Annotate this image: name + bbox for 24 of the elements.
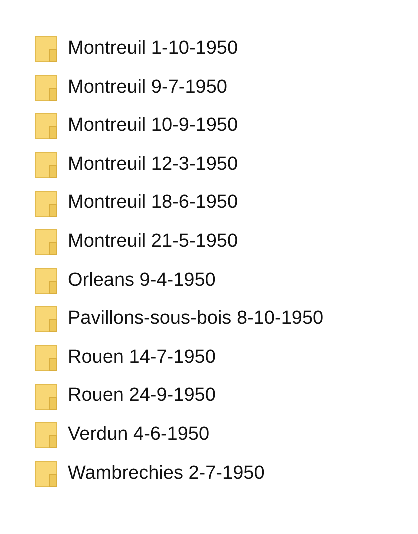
- folder-name[interactable]: Rouen 14-7-1950: [68, 344, 216, 372]
- folder-icon: [35, 36, 57, 62]
- folder-name[interactable]: Wambrechies 2-7-1950: [68, 460, 265, 488]
- folder-name[interactable]: Rouen 24-9-1950: [68, 382, 216, 411]
- folder-name[interactable]: Montreuil 9-7-1950: [68, 74, 228, 102]
- folder-icon: [35, 345, 57, 372]
- folder-name[interactable]: Orleans 9-4-1950: [68, 266, 216, 296]
- folder-icon: [35, 422, 57, 448]
- folder-icon: [35, 152, 57, 178]
- folder-icon: [35, 460, 57, 487]
- folder-icon: [35, 113, 57, 140]
- folder-name[interactable]: Montreuil 21-5-1950: [68, 228, 238, 257]
- folder-name[interactable]: Montreuil 10-9-1950: [68, 112, 238, 141]
- folder-name[interactable]: Pavillons-sous-bois 8-10-1950: [68, 305, 324, 334]
- folder-icon: [35, 229, 57, 256]
- folder-name[interactable]: Montreuil 18-6-1950: [68, 189, 238, 218]
- folder-icon: [35, 268, 57, 294]
- folder-name[interactable]: Montreuil 12-3-1950: [68, 150, 238, 180]
- folder-icon: [35, 74, 57, 101]
- folder-icon: [35, 190, 57, 217]
- folder-name[interactable]: Montreuil 1-10-1950: [68, 35, 238, 64]
- folder-icon: [35, 306, 57, 332]
- folder-name[interactable]: Verdun 4-6-1950: [68, 420, 210, 450]
- folder-icon: [35, 384, 57, 410]
